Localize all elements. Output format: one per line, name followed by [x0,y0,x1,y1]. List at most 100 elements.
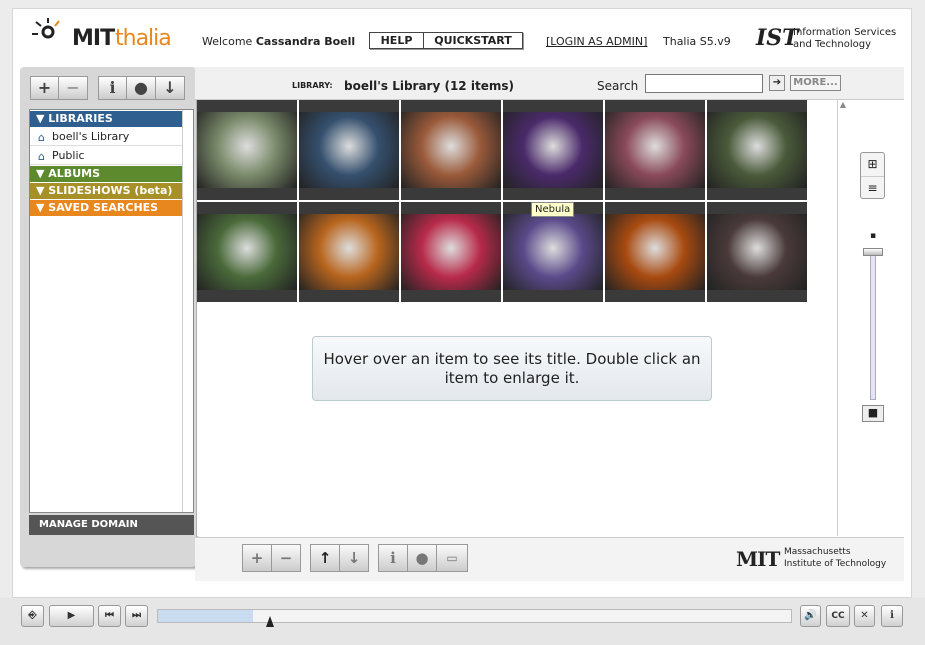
tree-scrollbar[interactable] [182,110,193,512]
home-icon: ⌂ [38,150,45,163]
search-label: Search [597,79,639,93]
arrow-down-icon: ↓ [163,78,177,97]
saved-searches-section[interactable]: ▼ SAVED SEARCHES [30,200,182,216]
thumbnail-image [401,112,501,188]
logo-thalia: thalia [115,26,172,51]
upload-button[interactable]: ↑ [310,544,340,572]
thumbnail-image [401,214,501,290]
thumbnail-nebula[interactable] [503,100,603,200]
scroll-up-icon: ▲ [839,100,847,109]
hint-box: Hover over an item to see its title. Dou… [312,336,712,401]
remove-button[interactable]: − [58,76,88,100]
tree-item-label: boell's Library [52,130,130,143]
search-input[interactable] [645,74,763,93]
thumbnail-waterfall[interactable] [197,202,297,302]
help-button[interactable]: HELP [369,32,424,49]
thumbnail-image [299,112,399,188]
albums-section[interactable]: ▼ ALBUMS [30,166,182,182]
tree-item-boells-library[interactable]: ⌂ boell's Library [30,128,182,146]
cc-button[interactable]: CC [826,605,850,627]
ist-line1: Information Services [793,27,897,38]
play-icon: ▶ [67,610,76,621]
thumbnail-nebula-pillars[interactable] [401,100,501,200]
info-button[interactable]: i [98,76,127,100]
thumbnail-image [197,214,297,290]
item-user-button[interactable]: ● [407,544,437,572]
item-info-button[interactable]: i [378,544,408,572]
thumbnail-grid [197,100,837,536]
thumbnail-image [605,112,705,188]
thumbnail-fire[interactable] [605,202,705,302]
small-size-icon: ▪ [869,231,877,241]
screen-icon: ▭ [446,551,458,565]
version-label: Thalia S5.v9 [663,35,731,48]
prev-button[interactable]: ⏮ [98,605,121,627]
download-button[interactable]: ↓ [155,76,185,100]
arrow-down-icon: ↓ [347,549,361,567]
user-icon: ● [134,78,148,97]
user-icon: ● [415,549,429,567]
grid-scrollbar[interactable]: ▲ [837,100,848,536]
volume-button[interactable]: 🔊 [800,605,821,627]
close-button[interactable]: ✕ [854,605,875,627]
welcome-text: Welcome Cassandra Boell [202,35,355,48]
list-view-icon[interactable]: ≡ [861,176,884,199]
thumbnail-mushroom[interactable] [707,100,807,200]
close-icon: ✕ [860,610,869,621]
user-button[interactable]: ● [126,76,156,100]
ist-text: Information Services and Technology [793,27,896,51]
thumbnail-violets[interactable] [503,202,603,302]
volume-icon: 🔊 [804,610,817,621]
slideshows-section[interactable]: ▼ SLIDESHOWS (beta) [30,183,182,199]
ist-line2: and Technology [793,39,872,50]
download-item-button[interactable]: ↓ [339,544,369,572]
thumbnail-orange-nebula[interactable] [299,202,399,302]
slideshow-button[interactable]: ▭ [436,544,468,572]
remove-item-button[interactable]: − [271,544,301,572]
progress-fill [158,610,253,622]
thumbnail-orion-nebula[interactable] [605,100,705,200]
next-button[interactable]: ⏭ [125,605,148,627]
manage-domain-button[interactable]: MANAGE DOMAIN [29,515,194,535]
exit-button[interactable]: ⎆ [21,605,44,627]
library-title: boell's Library (12 items) [344,79,514,93]
progress-track[interactable] [157,609,792,623]
item-tooltip: Nebula [531,202,575,217]
large-size-icon[interactable]: ■ [862,405,884,422]
add-item-button[interactable]: + [242,544,272,572]
library-tree: ▼ LIBRARIES ⌂ boell's Library ⌂ Public ▼ A… [29,109,194,513]
thumbnail-image [707,112,807,188]
thumbnail-star-cluster[interactable] [707,202,807,302]
arrow-up-icon: ↑ [318,549,332,567]
exit-icon: ⎆ [28,610,37,621]
welcome-prefix: Welcome [202,35,253,48]
add-button[interactable]: + [30,76,59,100]
grid-view-icon[interactable]: ⊞ [861,153,884,176]
mit-logo: MIT [736,547,780,571]
mit-text: Massachusetts Institute of Technology [784,546,886,570]
size-slider[interactable] [870,250,876,400]
thumbnail-coast[interactable] [197,100,297,200]
mit-line1: Massachusetts [784,547,851,557]
thumbnail-image [299,214,399,290]
progress-thumb[interactable] [265,616,274,627]
size-slider-thumb[interactable] [863,248,883,256]
login-admin-link[interactable]: [LOGIN AS ADMIN] [546,35,647,48]
search-go-button[interactable]: ➔ [769,75,785,91]
thumbnail-image [707,214,807,290]
thumbnail-image [605,214,705,290]
mit-line2: Institute of Technology [784,559,887,569]
thumbnail-peony[interactable] [401,202,501,302]
prev-icon: ⏮ [105,610,114,621]
logo-mit: MIT [72,26,115,51]
more-button[interactable]: MORE... [790,75,841,91]
user-name: Cassandra Boell [255,35,356,48]
view-toggle: ⊞ ≡ [860,152,885,199]
quickstart-button[interactable]: QUICKSTART [423,32,523,49]
player-info-button[interactable]: i [881,605,903,627]
tree-item-label: Public [52,149,85,162]
libraries-section[interactable]: ▼ LIBRARIES [30,111,182,127]
tree-item-public[interactable]: ⌂ Public [30,147,182,165]
play-button[interactable]: ▶ [49,605,94,627]
thumbnail-moon[interactable] [299,100,399,200]
